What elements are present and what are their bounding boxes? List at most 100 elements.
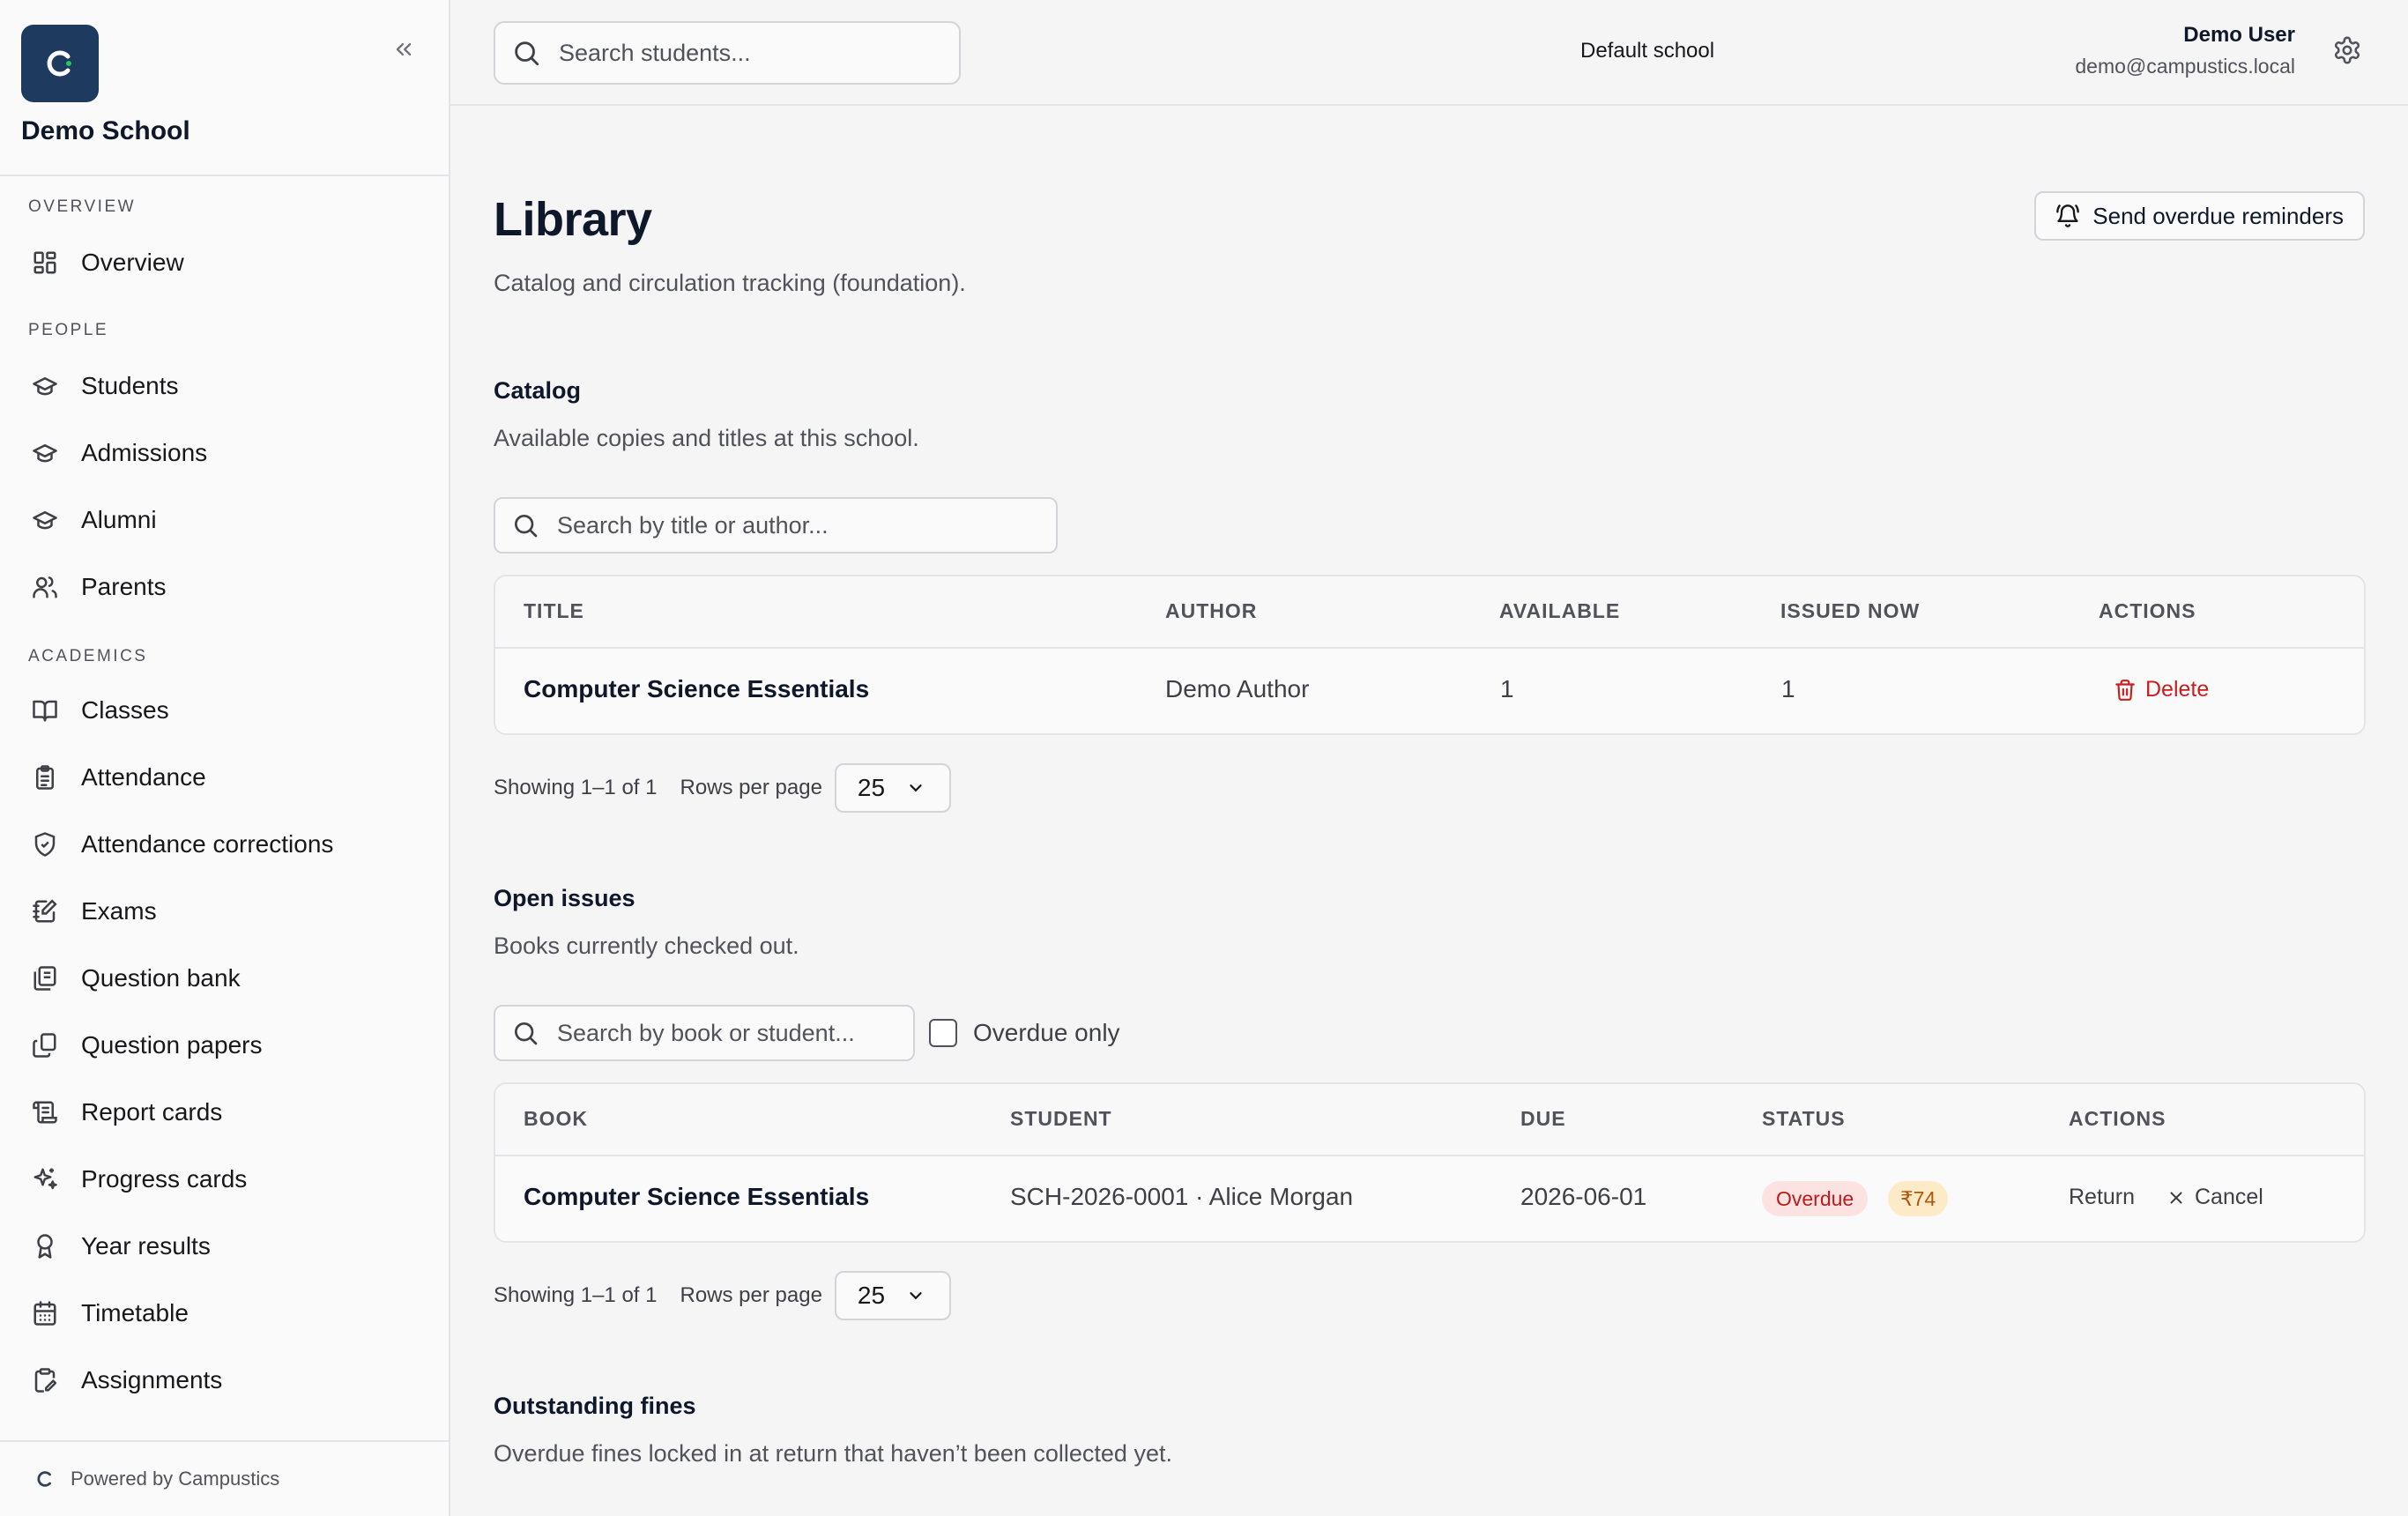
catalog-search-input[interactable]: Search by title or author... bbox=[494, 497, 1058, 554]
sidebar-item-progress-cards[interactable]: Progress cards bbox=[16, 1151, 430, 1208]
overdue-only-checkbox[interactable] bbox=[929, 1019, 957, 1047]
sidebar-item-label: Students bbox=[81, 372, 179, 399]
sidebar-item-question-papers[interactable]: Question papers bbox=[16, 1017, 430, 1074]
search-icon bbox=[511, 1019, 539, 1047]
sidebar-item-label: Progress cards bbox=[81, 1165, 248, 1193]
layout-dashboard-icon bbox=[30, 248, 60, 278]
send-overdue-reminders-button[interactable]: Send overdue reminders bbox=[2034, 191, 2365, 241]
award-icon bbox=[30, 1231, 60, 1261]
sidebar-item-label: Admissions bbox=[81, 439, 208, 466]
open-issues-title: Open issues bbox=[494, 885, 635, 911]
shield-check-icon bbox=[30, 829, 60, 859]
graduation-cap-icon bbox=[30, 505, 60, 535]
user-name: Demo User bbox=[2183, 23, 2295, 47]
column-header-book[interactable]: BOOK bbox=[524, 1107, 588, 1131]
campustics-logo-icon bbox=[47, 50, 71, 77]
student-search-input[interactable]: Search students... bbox=[494, 21, 961, 85]
settings-gear-icon[interactable] bbox=[2332, 35, 2362, 65]
sidebar: Demo School OVERVIEW Overview PEOPLE Stu… bbox=[0, 0, 450, 1516]
open-issues-table: BOOK STUDENT DUE STATUS ACTIONS Computer… bbox=[494, 1082, 2366, 1243]
issued-count: 1 bbox=[1781, 675, 1795, 702]
rows-per-page-label: Rows per page bbox=[680, 1283, 822, 1307]
return-button[interactable]: Return bbox=[2069, 1185, 2135, 1210]
column-header-student[interactable]: STUDENT bbox=[1010, 1107, 1112, 1131]
school-selector[interactable]: Default school bbox=[1580, 39, 1714, 63]
issues-pagination: Showing 1–1 of 1 Rows per page 25 bbox=[494, 1271, 951, 1320]
book-author: Demo Author bbox=[1165, 675, 1310, 702]
table-header: TITLE AUTHOR AVAILABLE ISSUED NOW ACTION… bbox=[495, 576, 2364, 649]
sidebar-item-label: Assignments bbox=[81, 1366, 223, 1393]
graduation-cap-icon bbox=[30, 438, 60, 468]
search-icon bbox=[511, 38, 541, 68]
catalog-table: TITLE AUTHOR AVAILABLE ISSUED NOW ACTION… bbox=[494, 575, 2366, 735]
bell-ring-icon bbox=[2055, 204, 2080, 228]
sidebar-item-report-cards[interactable]: Report cards bbox=[16, 1084, 430, 1141]
user-menu[interactable]: Demo User demo@campustics.local bbox=[2075, 23, 2295, 78]
main-content: Library Catalog and circulation tracking… bbox=[450, 106, 2408, 1516]
nav-section-overview: OVERVIEW bbox=[28, 197, 137, 216]
sidebar-item-parents[interactable]: Parents bbox=[16, 559, 430, 615]
fine-amount-badge: ₹74 bbox=[1888, 1181, 1949, 1216]
search-placeholder: Search by book or student... bbox=[557, 1019, 855, 1046]
table-row: Computer Science Essentials Demo Author … bbox=[495, 649, 2364, 733]
overdue-only-toggle[interactable]: Overdue only bbox=[929, 1019, 1120, 1047]
sidebar-item-overview[interactable]: Overview bbox=[16, 234, 430, 291]
sidebar-item-label: Exams bbox=[81, 897, 157, 925]
sidebar-item-question-bank[interactable]: Question bank bbox=[16, 950, 430, 1007]
issues-search-input[interactable]: Search by book or student... bbox=[494, 1005, 915, 1061]
user-email: demo@campustics.local bbox=[2075, 55, 2295, 78]
sidebar-item-label: Question papers bbox=[81, 1031, 263, 1059]
sparkles-icon bbox=[30, 1164, 60, 1194]
column-header-author[interactable]: AUTHOR bbox=[1165, 599, 1257, 623]
book-title: Computer Science Essentials bbox=[524, 675, 870, 702]
rows-per-page-label: Rows per page bbox=[680, 776, 822, 799]
sidebar-item-classes[interactable]: Classes bbox=[16, 682, 430, 739]
column-header-issued-now[interactable]: ISSUED NOW bbox=[1780, 599, 1920, 623]
sidebar-item-timetable[interactable]: Timetable bbox=[16, 1285, 430, 1341]
users-icon bbox=[30, 572, 60, 602]
sidebar-footer: Powered by Campustics bbox=[0, 1440, 449, 1516]
rows-per-page-value: 25 bbox=[857, 774, 886, 801]
catalog-pagination: Showing 1–1 of 1 Rows per page 25 bbox=[494, 763, 951, 813]
sidebar-item-students[interactable]: Students bbox=[16, 358, 430, 414]
student-ref: SCH-2026-0001 · Alice Morgan bbox=[1010, 1183, 1354, 1210]
outstanding-fines-title: Outstanding fines bbox=[494, 1393, 696, 1419]
sidebar-item-attendance-corrections[interactable]: Attendance corrections bbox=[16, 816, 430, 873]
sidebar-item-admissions[interactable]: Admissions bbox=[16, 425, 430, 481]
calendar-icon bbox=[30, 1298, 60, 1328]
sidebar-item-label: Year results bbox=[81, 1232, 211, 1260]
trash-icon bbox=[2114, 679, 2137, 702]
reminder-button-label: Send overdue reminders bbox=[2092, 202, 2344, 229]
sidebar-brand: Demo School bbox=[0, 0, 449, 176]
rows-per-page-select[interactable]: 25 bbox=[834, 1271, 951, 1320]
table-row: Computer Science Essentials SCH-2026-000… bbox=[495, 1156, 2364, 1241]
school-logo[interactable] bbox=[21, 25, 99, 102]
catalog-title: Catalog bbox=[494, 377, 582, 404]
column-header-status[interactable]: STATUS bbox=[1762, 1107, 1846, 1131]
school-name: Demo School bbox=[21, 116, 190, 145]
cancel-label: Cancel bbox=[2195, 1185, 2263, 1209]
column-header-actions: ACTIONS bbox=[2099, 599, 2196, 622]
sidebar-item-exams[interactable]: Exams bbox=[16, 883, 430, 940]
graduation-cap-icon bbox=[30, 371, 60, 401]
sidebar-item-year-results[interactable]: Year results bbox=[16, 1218, 430, 1274]
nav-section-people: PEOPLE bbox=[28, 321, 109, 339]
clipboard-list-icon bbox=[30, 762, 60, 792]
delete-book-button[interactable]: Delete bbox=[2114, 677, 2209, 702]
sidebar-item-label: Classes bbox=[81, 696, 169, 724]
search-placeholder: Search by title or author... bbox=[557, 511, 829, 539]
column-header-title[interactable]: TITLE bbox=[524, 599, 584, 623]
sidebar-item-attendance[interactable]: Attendance bbox=[16, 749, 430, 806]
column-header-due[interactable]: DUE bbox=[1520, 1107, 1566, 1131]
sidebar-item-assignments[interactable]: Assignments bbox=[16, 1352, 430, 1408]
copy-icon bbox=[30, 1030, 60, 1060]
available-count: 1 bbox=[1500, 675, 1514, 702]
close-icon bbox=[2166, 1188, 2186, 1208]
cancel-issue-button[interactable]: Cancel bbox=[2166, 1185, 2263, 1210]
column-header-actions: ACTIONS bbox=[2069, 1107, 2166, 1130]
sidebar-nav: OVERVIEW Overview PEOPLE Students Admiss… bbox=[0, 178, 449, 1440]
column-header-available[interactable]: AVAILABLE bbox=[1499, 599, 1620, 623]
rows-per-page-select[interactable]: 25 bbox=[834, 763, 951, 813]
sidebar-item-alumni[interactable]: Alumni bbox=[16, 492, 430, 548]
collapse-sidebar-icon[interactable] bbox=[391, 37, 416, 62]
